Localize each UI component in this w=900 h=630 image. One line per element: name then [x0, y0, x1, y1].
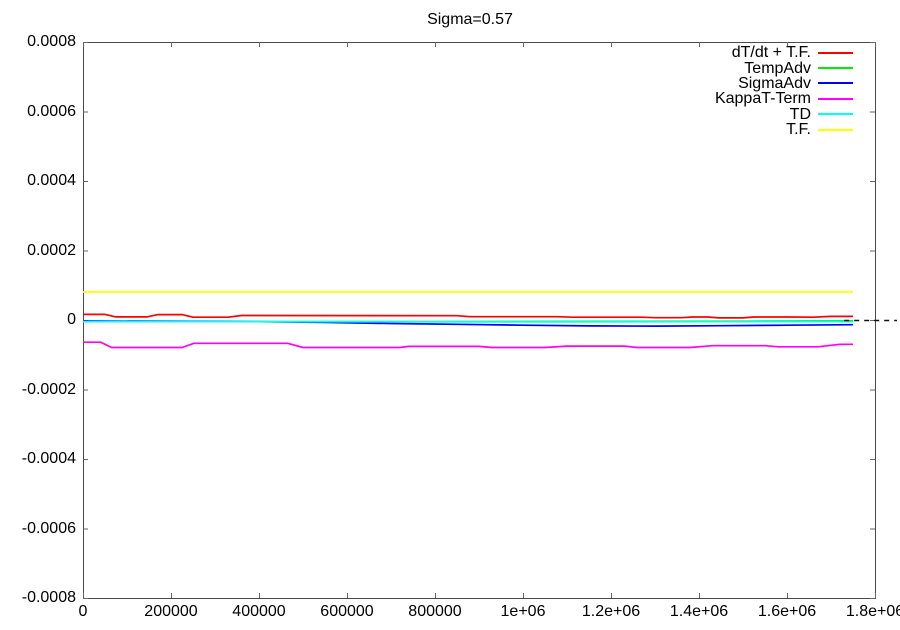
legend-item-tempadv: TempAdv — [715, 60, 853, 75]
x-axis-tick-label: 1.6e+06 — [758, 604, 816, 620]
chart-canvas: Sigma=0.57 0.00080.00060.00040.00020-0.0… — [0, 0, 900, 630]
series-line-kappat-term — [83, 342, 853, 347]
legend-line-sample — [818, 113, 853, 115]
y-axis-tick-label: 0 — [4, 312, 76, 328]
legend-label: SigmaAdv — [738, 76, 811, 91]
legend-item-t-f: T.F. — [715, 122, 853, 137]
legend-item-kappat-term: KappaT-Term — [715, 91, 853, 106]
legend-line-sample — [818, 52, 853, 54]
y-axis-tick-label: -0.0002 — [4, 382, 76, 398]
x-axis-tick-label: 1.8e+06 — [846, 604, 900, 620]
y-axis-tick-label: 0.0008 — [4, 34, 76, 50]
legend-label: TD — [790, 107, 811, 122]
x-axis-tick-label: 400000 — [232, 604, 285, 620]
y-axis-tick-label: 0.0006 — [4, 104, 76, 120]
legend-label: KappaT-Term — [715, 91, 811, 106]
x-axis-tick-label: 800000 — [408, 604, 461, 620]
legend: dT/dt + T.F.TempAdvSigmaAdvKappaT-TermTD… — [715, 45, 853, 137]
legend-item-td: TD — [715, 107, 853, 122]
legend-item-dt-dt-t-f: dT/dt + T.F. — [715, 45, 853, 60]
legend-item-sigmaadv: SigmaAdv — [715, 76, 853, 91]
y-axis-tick-label: -0.0006 — [4, 521, 76, 537]
x-axis-tick-label: 600000 — [320, 604, 373, 620]
legend-line-sample — [818, 82, 853, 84]
y-axis-tick-label: -0.0008 — [4, 590, 76, 606]
x-axis-tick-label: 200000 — [144, 604, 197, 620]
x-axis-tick-label: 1.4e+06 — [670, 604, 728, 620]
x-axis-tick-label: 1e+06 — [501, 604, 546, 620]
y-axis-tick-label: -0.0004 — [4, 451, 76, 467]
y-axis-tick-label: 0.0004 — [4, 173, 76, 189]
legend-label: TempAdv — [744, 61, 811, 76]
y-axis-tick-label: 0.0002 — [4, 243, 76, 259]
x-axis-tick-label: 0 — [79, 604, 88, 620]
legend-line-sample — [818, 98, 853, 100]
legend-line-sample — [818, 129, 853, 131]
series-line-dt-dt-t-f — [83, 314, 853, 318]
legend-label: T.F. — [786, 122, 811, 137]
x-axis-tick-label: 1.2e+06 — [582, 604, 640, 620]
legend-label: dT/dt + T.F. — [732, 45, 811, 60]
legend-line-sample — [818, 67, 853, 69]
